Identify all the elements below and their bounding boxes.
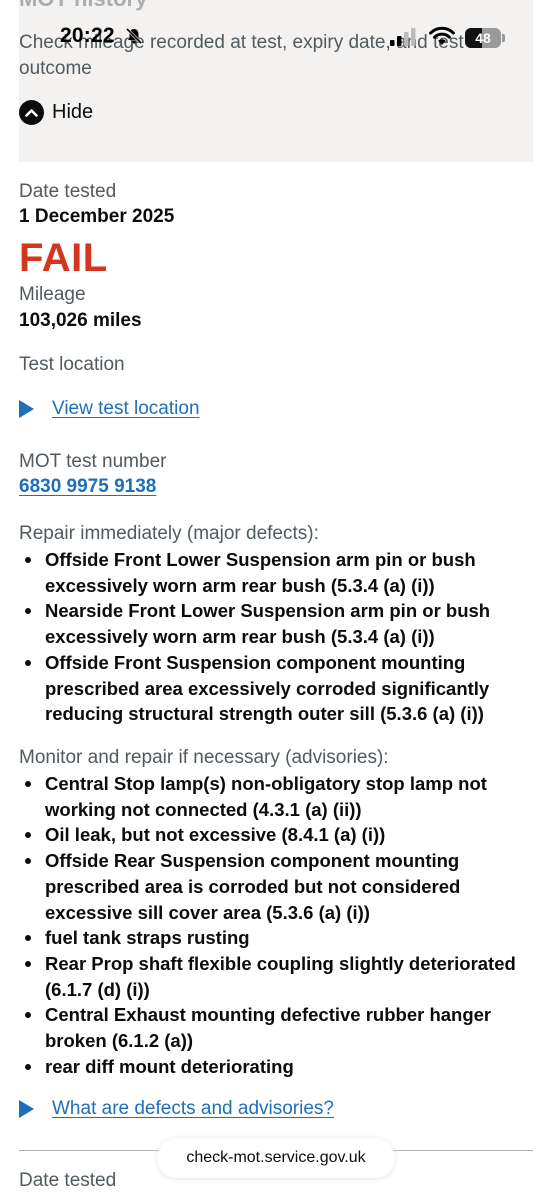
list-item: Offside Front Lower Suspension arm pin o…: [19, 547, 529, 598]
test-location-label: Test location: [19, 354, 125, 375]
battery-indicator: 48: [465, 28, 501, 48]
list-item: Oil leak, but not excessive (8.4.1 (a) (…: [19, 822, 529, 848]
list-item: rear diff mount deteriorating: [19, 1054, 529, 1080]
browser-url-bar[interactable]: check-mot.service.gov.uk: [157, 1138, 395, 1178]
major-defects-list: Offside Front Lower Suspension arm pin o…: [19, 547, 529, 727]
bell-muted-icon: [125, 27, 143, 50]
test-result: FAIL: [19, 236, 108, 280]
list-item: fuel tank straps rusting: [19, 925, 529, 951]
list-item: Offside Front Suspension component mount…: [19, 650, 529, 727]
advisories-section: Monitor and repair if necessary (advisor…: [19, 745, 529, 1079]
mot-test-number-link[interactable]: 6830 9975 9138: [19, 476, 156, 498]
defects-help-link[interactable]: What are defects and advisories?: [52, 1098, 334, 1120]
list-item: Rear Prop shaft flexible coupling slight…: [19, 951, 529, 1002]
mileage-value: 103,026 miles: [19, 310, 142, 331]
wifi-icon: [428, 26, 456, 52]
defects-help-toggle[interactable]: What are defects and advisories?: [19, 1098, 334, 1120]
status-time: 20:22: [60, 24, 115, 47]
caret-right-icon: [19, 1100, 34, 1118]
panel-title: MOT history: [19, 0, 147, 12]
mileage-label: Mileage: [19, 284, 86, 305]
major-defects-heading: Repair immediately (major defects):: [19, 523, 319, 544]
hide-toggle[interactable]: Hide: [19, 100, 93, 125]
hide-label: Hide: [52, 101, 94, 123]
list-item: Offside Rear Suspension component mounti…: [19, 848, 529, 925]
mot-test-number-label: MOT test number: [19, 451, 167, 472]
date-tested-value: 1 December 2025: [19, 206, 175, 227]
advisories-list: Central Stop lamp(s) non-obligatory stop…: [19, 771, 529, 1079]
list-item: Nearside Front Lower Suspension arm pin …: [19, 598, 529, 649]
battery-cap: [502, 34, 505, 42]
caret-right-icon: [19, 400, 34, 418]
chevron-up-icon: [19, 100, 44, 125]
view-test-location-toggle[interactable]: View test location: [19, 398, 200, 420]
view-test-location-link[interactable]: View test location: [52, 398, 200, 420]
advisories-heading: Monitor and repair if necessary (advisor…: [19, 747, 389, 768]
battery-level: 48: [475, 30, 491, 46]
date-tested-label: Date tested: [19, 181, 117, 202]
url-text: check-mot.service.gov.uk: [186, 1149, 366, 1166]
next-date-tested-label: Date tested: [19, 1170, 117, 1191]
list-item: Central Exhaust mounting defective rubbe…: [19, 1002, 529, 1053]
list-item: Central Stop lamp(s) non-obligatory stop…: [19, 771, 529, 822]
major-defects-section: Repair immediately (major defects): Offs…: [19, 521, 529, 727]
cellular-signal-icon: [390, 28, 418, 51]
